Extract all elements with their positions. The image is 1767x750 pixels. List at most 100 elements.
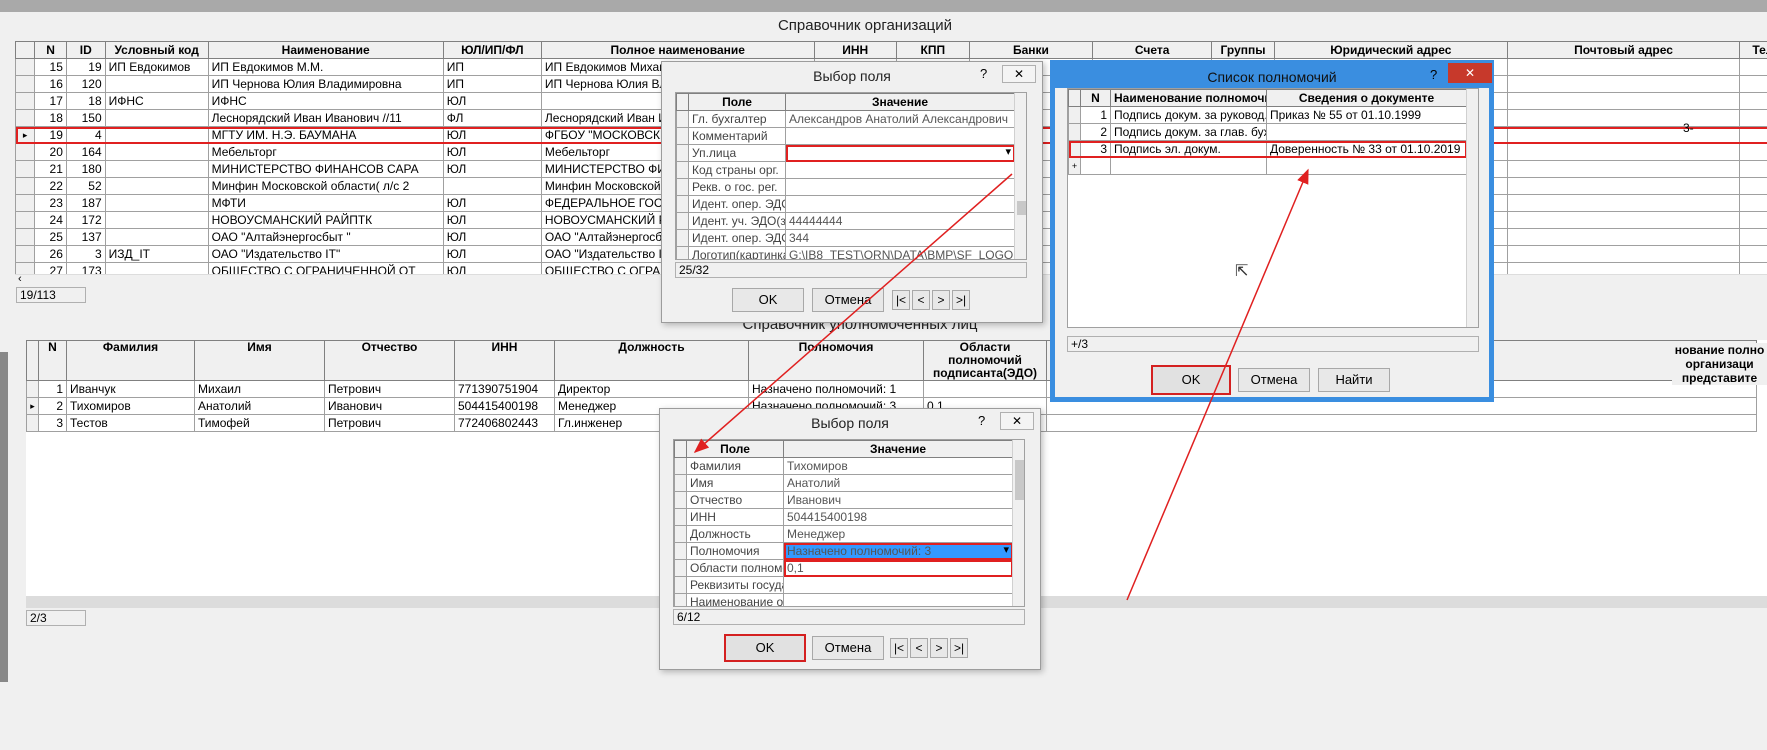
org-column-header[interactable]: ID <box>65 41 106 59</box>
persons-cell-pos: Директор <box>554 380 749 398</box>
field-value[interactable]: Менеджер <box>783 525 1013 543</box>
help-icon[interactable]: ? <box>978 413 985 428</box>
scroll-thumb[interactable] <box>1015 460 1024 500</box>
field-row[interactable]: Наименование ор <box>674 593 1013 606</box>
org-column-header[interactable]: Счета <box>1092 41 1213 59</box>
field-row[interactable]: Реквизиты госуда <box>674 576 1013 594</box>
field-row[interactable]: Идент. уч. ЭДО(за 44444444 <box>676 212 1015 230</box>
field-row[interactable]: Комментарий <box>676 127 1015 145</box>
nav-first-button[interactable]: |< <box>892 290 910 310</box>
field-row[interactable]: Фамилия Тихомиров <box>674 457 1013 475</box>
table-row[interactable]: 3 Подпись эл. докум. Доверенность № 33 от … <box>1068 140 1467 158</box>
field-value[interactable]: Назначено полномочий: 3 ▾ <box>783 542 1013 560</box>
field-value[interactable]: Тихомиров <box>783 457 1013 475</box>
field-row[interactable]: Отчество Иванович <box>674 491 1013 509</box>
field-row[interactable]: Идент. опер. ЭДО 344 <box>676 229 1015 247</box>
field-row[interactable]: Логотип(картинка G:\IB8_TEST\ORN\DATA\BMP… <box>676 246 1015 259</box>
field-row[interactable]: Идент. опер. ЭДО <box>676 195 1015 213</box>
ok-button[interactable]: OK <box>724 634 806 662</box>
powers-column-header[interactable]: N <box>1080 89 1111 107</box>
nav-prev-button[interactable]: < <box>912 290 930 310</box>
field-value[interactable]: Анатолий <box>783 474 1013 492</box>
field-name: Полномочия <box>686 542 784 560</box>
field-row[interactable]: Код страны орг. <box>676 161 1015 179</box>
table-row[interactable]: 2 Подпись докум. за глав. бух. <box>1068 123 1467 141</box>
field-value[interactable]: 44444444 <box>785 212 1015 230</box>
org-column-header[interactable]: Банки <box>968 41 1094 59</box>
org-column-header[interactable]: Телефон <box>1739 41 1767 59</box>
add-row[interactable]: + <box>1068 157 1467 175</box>
cancel-button[interactable]: Отмена <box>1238 368 1310 392</box>
persons-column-header[interactable]: Полномочия <box>748 340 924 381</box>
persons-column-header[interactable]: ИНН <box>454 340 555 381</box>
field-row[interactable]: Имя Анатолий <box>674 474 1013 492</box>
find-button[interactable]: Найти <box>1318 368 1390 392</box>
persons-column-header[interactable]: Области полномочий подписанта(ЭДО) <box>923 340 1047 381</box>
nav-next-button[interactable]: > <box>930 638 948 658</box>
persons-column-header[interactable]: Должность <box>554 340 749 381</box>
org-column-header[interactable]: Условный код <box>104 41 209 59</box>
cancel-button[interactable]: Отмена <box>812 636 884 660</box>
dropdown-arrow-icon[interactable]: ▾ <box>1003 544 1009 559</box>
close-icon[interactable]: ✕ <box>1000 412 1034 430</box>
field-value[interactable] <box>785 195 1015 213</box>
org-column-header[interactable]: ИНН <box>813 41 897 59</box>
field-value[interactable]: ▾ <box>785 144 1015 162</box>
field-value[interactable] <box>783 593 1013 606</box>
org-column-header[interactable]: N <box>34 41 67 59</box>
field-value[interactable] <box>785 161 1015 179</box>
field-row[interactable]: Рекв. о гос. рег. <box>676 178 1015 196</box>
field-value[interactable]: Александров Анатолий Александрович <box>785 110 1015 128</box>
close-icon[interactable]: ✕ <box>1448 63 1492 83</box>
nav-prev-button[interactable]: < <box>910 638 928 658</box>
org-column-header[interactable]: ЮЛ/ИП/ФЛ <box>442 41 542 59</box>
org-column-header[interactable]: Полное наименование <box>540 41 815 59</box>
dropdown-arrow-icon[interactable]: ▾ <box>1005 146 1011 161</box>
field-row[interactable]: ИНН 504415400198 <box>674 508 1013 526</box>
powers-column-header[interactable]: Сведения о документе <box>1266 89 1467 107</box>
scroll-left-arrow-icon[interactable]: ‹ <box>18 273 22 285</box>
nav-first-button[interactable]: |< <box>890 638 908 658</box>
powers-vscroll[interactable] <box>1466 89 1478 327</box>
field-table: Поле Значение Фамилия Тихомиров Имя Анатоли… <box>674 440 1013 606</box>
field-value[interactable]: 344 <box>785 229 1015 247</box>
field-value[interactable] <box>785 127 1015 145</box>
table-row[interactable]: 1 Иванчук Михаил Петрович 771390751904 Директ… <box>26 380 1757 398</box>
scroll-thumb[interactable] <box>1017 201 1026 215</box>
powers-column-header[interactable]: Наименование полномочия <box>1110 89 1267 107</box>
field-vscroll[interactable] <box>1014 93 1026 259</box>
persons-column-header[interactable]: N <box>38 340 67 381</box>
table-row[interactable]: 1 Подпись докум. за руковод. Приказ № 55 о… <box>1068 106 1467 124</box>
cancel-button[interactable]: Отмена <box>812 288 884 312</box>
field-row[interactable]: Уп.лица ▾ <box>676 144 1015 162</box>
field-row[interactable]: Должность Менеджер <box>674 525 1013 543</box>
field-row[interactable]: Области полномо 0,1 <box>674 559 1013 577</box>
field-vscroll[interactable] <box>1012 440 1024 606</box>
org-column-header[interactable]: КПП <box>895 41 970 59</box>
field-value[interactable] <box>785 178 1015 196</box>
persons-column-header[interactable]: Отчество <box>324 340 455 381</box>
help-icon[interactable]: ? <box>980 66 987 81</box>
add-row-icon[interactable]: + <box>1068 157 1081 175</box>
help-icon[interactable]: ? <box>1430 67 1437 82</box>
persons-column-header[interactable]: Имя <box>194 340 325 381</box>
org-column-header[interactable]: Наименование <box>207 41 444 59</box>
org-column-header[interactable]: Почтовый адрес <box>1506 41 1741 59</box>
field-value[interactable] <box>783 576 1013 594</box>
close-icon[interactable]: ✕ <box>1002 65 1036 83</box>
ok-button[interactable]: OK <box>1151 365 1231 395</box>
org-column-header[interactable]: Юридический адрес <box>1274 41 1508 59</box>
field-value[interactable]: 504415400198 <box>783 508 1013 526</box>
nav-next-button[interactable]: > <box>932 290 950 310</box>
field-value[interactable]: G:\IB8_TEST\ORN\DATA\BMP\SF_LOGO. <box>785 246 1015 259</box>
field-row[interactable]: Полномочия Назначено полномочий: 3 ▾ <box>674 542 1013 560</box>
row-indicator <box>674 576 687 594</box>
field-value[interactable]: Иванович <box>783 491 1013 509</box>
nav-last-button[interactable]: >| <box>952 290 970 310</box>
field-row[interactable]: Гл. бухгалтер Александров Анатолий Алекса… <box>676 110 1015 128</box>
ok-button[interactable]: OK <box>732 288 804 312</box>
nav-last-button[interactable]: >| <box>950 638 968 658</box>
persons-column-header[interactable]: Фамилия <box>66 340 195 381</box>
org-column-header[interactable]: Группы <box>1211 41 1276 59</box>
field-value[interactable]: 0,1 <box>783 559 1013 577</box>
